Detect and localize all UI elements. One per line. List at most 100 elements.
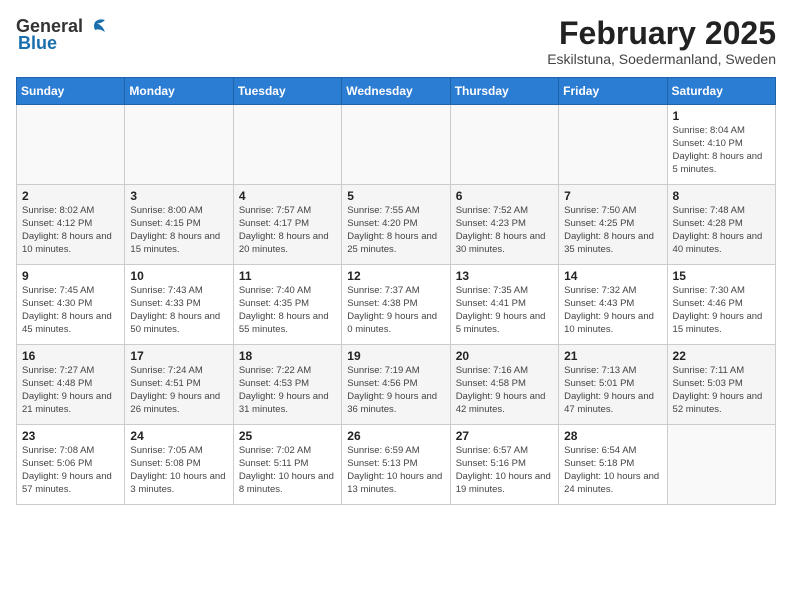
day-detail: Sunrise: 7:02 AM Sunset: 5:11 PM Dayligh… — [239, 445, 336, 496]
day-of-week-header: Tuesday — [233, 78, 341, 105]
day-detail: Sunrise: 7:45 AM Sunset: 4:30 PM Dayligh… — [22, 285, 119, 336]
day-detail: Sunrise: 8:00 AM Sunset: 4:15 PM Dayligh… — [130, 205, 227, 256]
calendar-day-cell: 4 Sunrise: 7:57 AM Sunset: 4:17 PM Daylig… — [233, 185, 341, 265]
calendar-day-cell: 8Sunrise: 7:48 AM Sunset: 4:28 PM Daylig… — [667, 185, 775, 265]
day-number: 22 — [673, 349, 770, 363]
calendar-day-cell: 21 Sunrise: 7:13 AM Sunset: 5:01 PM Dayli… — [559, 345, 667, 425]
day-detail: Sunrise: 7:48 AM Sunset: 4:28 PM Dayligh… — [673, 205, 770, 256]
calendar-day-cell: 18 Sunrise: 7:22 AM Sunset: 4:53 PM Dayli… — [233, 345, 341, 425]
day-number: 27 — [456, 429, 553, 443]
day-number: 1 — [673, 109, 770, 123]
day-number: 15 — [673, 269, 770, 283]
calendar-day-cell: 1 Sunrise: 8:04 AM Sunset: 4:10 PM Daylig… — [667, 105, 775, 185]
day-number: 28 — [564, 429, 661, 443]
calendar-day-cell: 22 Sunrise: 7:11 AM Sunset: 5:03 PM Dayli… — [667, 345, 775, 425]
day-detail: Sunrise: 6:59 AM Sunset: 5:13 PM Dayligh… — [347, 445, 444, 496]
day-detail: Sunrise: 8:02 AM Sunset: 4:12 PM Dayligh… — [22, 205, 119, 256]
day-number: 11 — [239, 269, 336, 283]
day-detail: Sunrise: 7:27 AM Sunset: 4:48 PM Dayligh… — [22, 365, 119, 416]
day-detail: Sunrise: 7:50 AM Sunset: 4:25 PM Dayligh… — [564, 205, 661, 256]
day-detail: Sunrise: 7:22 AM Sunset: 4:53 PM Dayligh… — [239, 365, 336, 416]
calendar-table: SundayMondayTuesdayWednesdayThursdayFrid… — [16, 77, 776, 505]
calendar-day-cell: 11 Sunrise: 7:40 AM Sunset: 4:35 PM Dayli… — [233, 265, 341, 345]
calendar-day-cell — [450, 105, 558, 185]
calendar-day-cell — [559, 105, 667, 185]
logo: General Blue — [16, 16, 107, 54]
day-detail: Sunrise: 8:04 AM Sunset: 4:10 PM Dayligh… — [673, 125, 770, 176]
day-of-week-header: Thursday — [450, 78, 558, 105]
day-number: 10 — [130, 269, 227, 283]
day-number: 20 — [456, 349, 553, 363]
day-number: 5 — [347, 189, 444, 203]
day-detail: Sunrise: 7:13 AM Sunset: 5:01 PM Dayligh… — [564, 365, 661, 416]
calendar-day-cell — [17, 105, 125, 185]
day-number: 3 — [130, 189, 227, 203]
calendar-day-cell: 19 Sunrise: 7:19 AM Sunset: 4:56 PM Dayli… — [342, 345, 450, 425]
day-detail: Sunrise: 7:57 AM Sunset: 4:17 PM Dayligh… — [239, 205, 336, 256]
day-detail: Sunrise: 7:19 AM Sunset: 4:56 PM Dayligh… — [347, 365, 444, 416]
day-number: 13 — [456, 269, 553, 283]
calendar-week-row: 1 Sunrise: 8:04 AM Sunset: 4:10 PM Daylig… — [17, 105, 776, 185]
day-detail: Sunrise: 7:37 AM Sunset: 4:38 PM Dayligh… — [347, 285, 444, 336]
day-number: 2 — [22, 189, 119, 203]
day-number: 17 — [130, 349, 227, 363]
day-detail: Sunrise: 6:54 AM Sunset: 5:18 PM Dayligh… — [564, 445, 661, 496]
calendar-day-cell — [125, 105, 233, 185]
calendar-week-row: 9 Sunrise: 7:45 AM Sunset: 4:30 PM Daylig… — [17, 265, 776, 345]
calendar-day-cell: 5 Sunrise: 7:55 AM Sunset: 4:20 PM Daylig… — [342, 185, 450, 265]
day-of-week-header: Sunday — [17, 78, 125, 105]
day-detail: Sunrise: 7:30 AM Sunset: 4:46 PM Dayligh… — [673, 285, 770, 336]
calendar-day-cell: 24 Sunrise: 7:05 AM Sunset: 5:08 PM Dayli… — [125, 425, 233, 505]
calendar-day-cell: 23Sunrise: 7:08 AM Sunset: 5:06 PM Dayli… — [17, 425, 125, 505]
calendar-day-cell: 13 Sunrise: 7:35 AM Sunset: 4:41 PM Dayli… — [450, 265, 558, 345]
calendar-day-cell: 10 Sunrise: 7:43 AM Sunset: 4:33 PM Dayli… — [125, 265, 233, 345]
calendar-day-cell: 15 Sunrise: 7:30 AM Sunset: 4:46 PM Dayli… — [667, 265, 775, 345]
calendar-day-cell — [342, 105, 450, 185]
day-detail: Sunrise: 7:52 AM Sunset: 4:23 PM Dayligh… — [456, 205, 553, 256]
day-detail: Sunrise: 7:32 AM Sunset: 4:43 PM Dayligh… — [564, 285, 661, 336]
calendar-day-cell: 7 Sunrise: 7:50 AM Sunset: 4:25 PM Daylig… — [559, 185, 667, 265]
day-of-week-header: Monday — [125, 78, 233, 105]
day-number: 25 — [239, 429, 336, 443]
calendar-day-cell: 12 Sunrise: 7:37 AM Sunset: 4:38 PM Dayli… — [342, 265, 450, 345]
day-detail: Sunrise: 7:05 AM Sunset: 5:08 PM Dayligh… — [130, 445, 227, 496]
day-detail: Sunrise: 7:40 AM Sunset: 4:35 PM Dayligh… — [239, 285, 336, 336]
calendar-day-cell: 28 Sunrise: 6:54 AM Sunset: 5:18 PM Dayli… — [559, 425, 667, 505]
day-detail: Sunrise: 7:11 AM Sunset: 5:03 PM Dayligh… — [673, 365, 770, 416]
calendar-week-row: 2 Sunrise: 8:02 AM Sunset: 4:12 PM Daylig… — [17, 185, 776, 265]
day-detail: Sunrise: 7:35 AM Sunset: 4:41 PM Dayligh… — [456, 285, 553, 336]
calendar-day-cell: 14Sunrise: 7:32 AM Sunset: 4:43 PM Dayli… — [559, 265, 667, 345]
day-detail: Sunrise: 7:16 AM Sunset: 4:58 PM Dayligh… — [456, 365, 553, 416]
day-number: 18 — [239, 349, 336, 363]
day-number: 7 — [564, 189, 661, 203]
logo-blue-text: Blue — [18, 33, 57, 54]
day-detail: Sunrise: 7:24 AM Sunset: 4:51 PM Dayligh… — [130, 365, 227, 416]
day-number: 16 — [22, 349, 119, 363]
day-number: 19 — [347, 349, 444, 363]
day-number: 6 — [456, 189, 553, 203]
day-of-week-header: Friday — [559, 78, 667, 105]
title-area: February 2025 Eskilstuna, Soedermanland,… — [547, 16, 776, 67]
calendar-week-row: 16 Sunrise: 7:27 AM Sunset: 4:48 PM Dayli… — [17, 345, 776, 425]
calendar-week-row: 23Sunrise: 7:08 AM Sunset: 5:06 PM Dayli… — [17, 425, 776, 505]
day-number: 9 — [22, 269, 119, 283]
header: General Blue February 2025 Eskilstuna, S… — [16, 16, 776, 67]
day-detail: Sunrise: 7:43 AM Sunset: 4:33 PM Dayligh… — [130, 285, 227, 336]
day-number: 26 — [347, 429, 444, 443]
day-of-week-header: Wednesday — [342, 78, 450, 105]
day-number: 4 — [239, 189, 336, 203]
calendar-day-cell — [233, 105, 341, 185]
calendar-day-cell: 6 Sunrise: 7:52 AM Sunset: 4:23 PM Daylig… — [450, 185, 558, 265]
calendar-day-cell: 3 Sunrise: 8:00 AM Sunset: 4:15 PM Daylig… — [125, 185, 233, 265]
calendar-day-cell: 26 Sunrise: 6:59 AM Sunset: 5:13 PM Dayli… — [342, 425, 450, 505]
month-title: February 2025 — [547, 16, 776, 51]
day-number: 12 — [347, 269, 444, 283]
calendar-day-cell: 2 Sunrise: 8:02 AM Sunset: 4:12 PM Daylig… — [17, 185, 125, 265]
calendar-day-cell: 20 Sunrise: 7:16 AM Sunset: 4:58 PM Dayli… — [450, 345, 558, 425]
day-number: 24 — [130, 429, 227, 443]
logo-bird-icon — [85, 18, 107, 36]
day-number: 21 — [564, 349, 661, 363]
day-detail: Sunrise: 7:55 AM Sunset: 4:20 PM Dayligh… — [347, 205, 444, 256]
calendar-day-cell: 27Sunrise: 6:57 AM Sunset: 5:16 PM Dayli… — [450, 425, 558, 505]
calendar-day-cell — [667, 425, 775, 505]
